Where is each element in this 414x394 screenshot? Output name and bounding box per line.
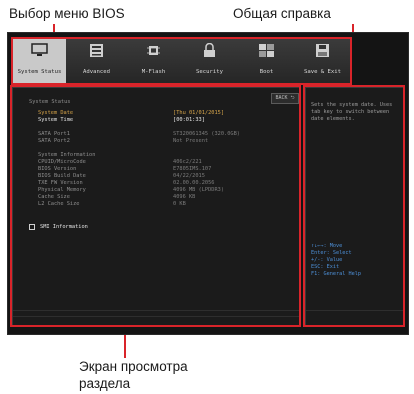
callout-section-view: Экран просмотра раздела <box>79 359 188 391</box>
callout-general-help: Общая справка <box>233 6 331 21</box>
callout-menu-selection: Выбор меню BIOS <box>9 6 125 21</box>
menu-highlight-frame <box>11 37 352 85</box>
bios-screen: System Status Advanced M-Flash Security … <box>7 32 409 335</box>
section-highlight-frame <box>10 85 301 327</box>
help-highlight-frame <box>303 85 405 327</box>
